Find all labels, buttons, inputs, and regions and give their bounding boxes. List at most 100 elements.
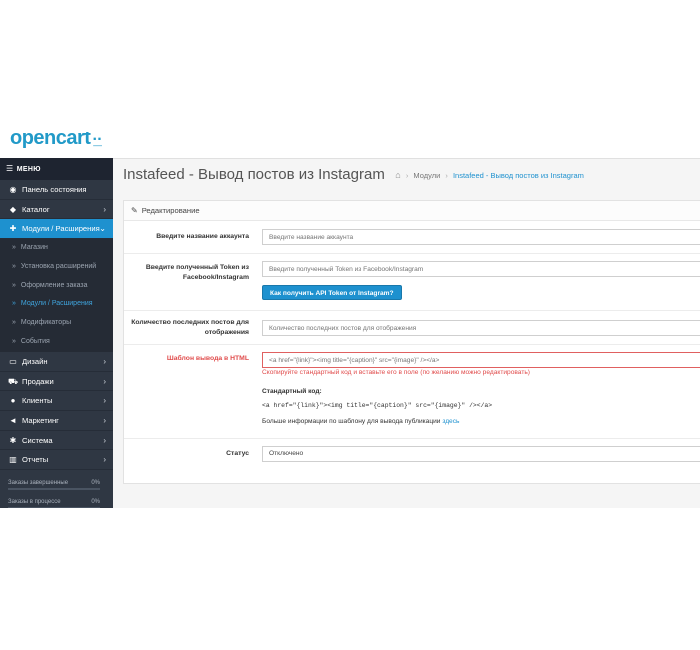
chevron-right-icon: ›	[103, 396, 106, 406]
breadcrumb-current[interactable]: Instafeed - Вывод постов из Instagram	[453, 171, 584, 180]
template-info-text: Больше информации по шаблону для вывода …	[262, 418, 443, 425]
stat-row: Заказы в процессе 0%	[8, 499, 100, 505]
subitem-label: События	[20, 338, 50, 346]
stat-value: 0%	[91, 480, 100, 486]
chevron-down-icon: ⌄	[99, 224, 106, 234]
logo-text: opencart	[10, 132, 91, 149]
share-icon: ◄	[9, 415, 17, 425]
token-input[interactable]	[262, 261, 700, 277]
sidebar-item-label: Продажи	[22, 376, 54, 386]
sidebar-item-marketing[interactable]: ◄ Маркетинг ›	[0, 411, 113, 431]
account-input[interactable]	[262, 229, 700, 245]
standard-code: <a href="{link}"><img title="{caption}" …	[262, 402, 493, 409]
home-icon[interactable]: ⌂	[395, 170, 400, 180]
chevron-right-icon: ›	[103, 415, 106, 425]
count-row: Количество последних постов для отображе…	[124, 311, 700, 345]
dashboard-icon: ◉	[9, 185, 17, 194]
screenshot-area: opencart ·̲· ☰ МЕНЮ ◉ Панель состояния ◆ Ка…	[0, 130, 700, 508]
breadcrumb: ⌂ › Модули › Instafeed - Вывод постов из…	[395, 170, 584, 180]
subitem-label: Установка расширений	[20, 262, 97, 270]
breadcrumb-separator: ›	[445, 170, 448, 180]
sidebar-item-dashboard[interactable]: ◉ Панель состояния	[0, 180, 113, 200]
subitem-label: Оформление заказа	[20, 281, 88, 289]
panel-heading: ✎ Редактирование	[124, 201, 700, 221]
subitem-label: Модули / Расширения	[20, 300, 93, 308]
subitem-label: Магазин	[20, 244, 48, 252]
template-info-link[interactable]: здесь	[442, 418, 459, 425]
sidebar-subitem-store[interactable]: » Магазин	[0, 239, 113, 258]
sidebar-item-label: Панель состояния	[22, 185, 87, 194]
breadcrumb-modules[interactable]: Модули	[413, 171, 440, 180]
double-chevron-icon: »	[12, 300, 16, 308]
order-stats: Заказы завершенные 0% Заказы в процессе …	[8, 480, 100, 508]
cart-icon: ⛟	[8, 376, 19, 386]
count-label-line2: отображения	[204, 329, 249, 336]
count-label: Количество последних постов для отображе…	[124, 318, 249, 338]
template-label: Шаблон вывода в HTML	[166, 355, 249, 362]
sidebar-item-catalog[interactable]: ◆ Каталог ›	[0, 200, 113, 220]
stat-row: Заказы завершенные 0%	[8, 480, 100, 486]
sidebar-item-label: Маркетинг	[22, 415, 59, 425]
sidebar-item-label: Дизайн	[22, 356, 48, 366]
chevron-right-icon: ›	[103, 204, 106, 214]
stat-label: Заказы завершенные	[8, 480, 69, 486]
count-label-line1: Количество последних постов для	[131, 319, 249, 326]
tag-icon: ◆	[9, 204, 17, 214]
token-label-line1: Введите полученный Token из	[145, 264, 249, 271]
panel-title: Редактирование	[141, 206, 200, 215]
bar-chart-icon: ▥	[9, 455, 17, 465]
stat-value: 0%	[91, 499, 100, 505]
double-chevron-icon: »	[12, 338, 16, 346]
template-input[interactable]	[262, 352, 700, 368]
token-label-line2: Facebook/Instagram	[182, 274, 249, 281]
puzzle-icon: ✚	[9, 224, 17, 234]
stat-progress-bar	[8, 488, 100, 490]
monitor-icon: ▭	[9, 356, 17, 366]
menu-header[interactable]: ☰ МЕНЮ	[0, 158, 113, 180]
count-input[interactable]	[262, 320, 700, 336]
logo-suffix: ·̲·	[92, 132, 103, 148]
pencil-icon: ✎	[131, 206, 138, 215]
chevron-right-icon: ›	[103, 356, 106, 366]
stat-progress-bar	[8, 507, 100, 508]
chevron-right-icon: ›	[103, 435, 106, 445]
top-header: opencart ·̲·	[0, 130, 700, 159]
status-label: Статус	[226, 450, 249, 457]
double-chevron-icon: »	[12, 319, 16, 327]
menu-bars-icon: ☰	[6, 164, 14, 173]
sidebar-subitem-events[interactable]: » События	[0, 333, 113, 352]
sidebar-subitem-modules[interactable]: » Модули / Расширения	[0, 295, 113, 315]
breadcrumb-separator: ›	[405, 170, 409, 180]
status-row: Статус Отключено	[124, 439, 700, 469]
sidebar-item-label: Каталог	[22, 204, 50, 214]
template-info: Больше информации по шаблону для вывода …	[262, 418, 459, 425]
sidebar-item-extensions[interactable]: ✚ Модули / Расширения ⌄	[0, 219, 113, 240]
sidebar-item-label: Отчеты	[22, 455, 49, 465]
chevron-right-icon: ›	[103, 376, 106, 386]
status-select[interactable]: Отключено	[262, 446, 700, 462]
edit-panel: ✎ Редактирование Введите название аккаунт…	[123, 200, 700, 484]
menu-title: МЕНЮ	[16, 166, 41, 173]
sidebar-subitem-installer[interactable]: » Установка расширений	[0, 257, 113, 277]
sidebar-item-design[interactable]: ▭ Дизайн ›	[0, 352, 113, 372]
sidebar-item-sales[interactable]: ⛟ Продажи ›	[0, 372, 113, 392]
sidebar-subitem-checkout[interactable]: » Оформление заказа	[0, 276, 113, 296]
get-token-button[interactable]: Как получить API Token от Instagram?	[262, 285, 402, 300]
sidebar-item-customers[interactable]: ● Клиенты ›	[0, 391, 113, 411]
template-row: Шаблон вывода в HTML Скопируйте стандарт…	[124, 345, 700, 439]
sidebar-item-label: Модули / Расширения	[22, 224, 100, 234]
sidebar-item-system[interactable]: ✱ Система ›	[0, 431, 113, 451]
token-label: Введите полученный Token из Facebook/Ins…	[124, 263, 249, 283]
chevron-right-icon: ›	[103, 455, 106, 465]
double-chevron-icon: »	[12, 244, 16, 252]
opencart-logo[interactable]: opencart ·̲·	[10, 132, 102, 154]
sidebar: ☰ МЕНЮ ◉ Панель состояния ◆ Каталог › ✚ Мод…	[0, 158, 113, 508]
sidebar-item-reports[interactable]: ▥ Отчеты ›	[0, 450, 113, 470]
sidebar-subitem-modifications[interactable]: » Модификаторы	[0, 314, 113, 334]
stat-label: Заказы в процессе	[8, 499, 61, 505]
account-row: Введите название аккаунта	[124, 221, 700, 254]
token-row: Введите полученный Token из Facebook/Ins…	[124, 254, 700, 311]
account-label: Введите название аккаунта	[156, 233, 249, 240]
template-error-text: Скопируйте стандартный код и вставьте ег…	[262, 369, 530, 376]
standard-code-label: Стандартный код:	[262, 388, 322, 395]
